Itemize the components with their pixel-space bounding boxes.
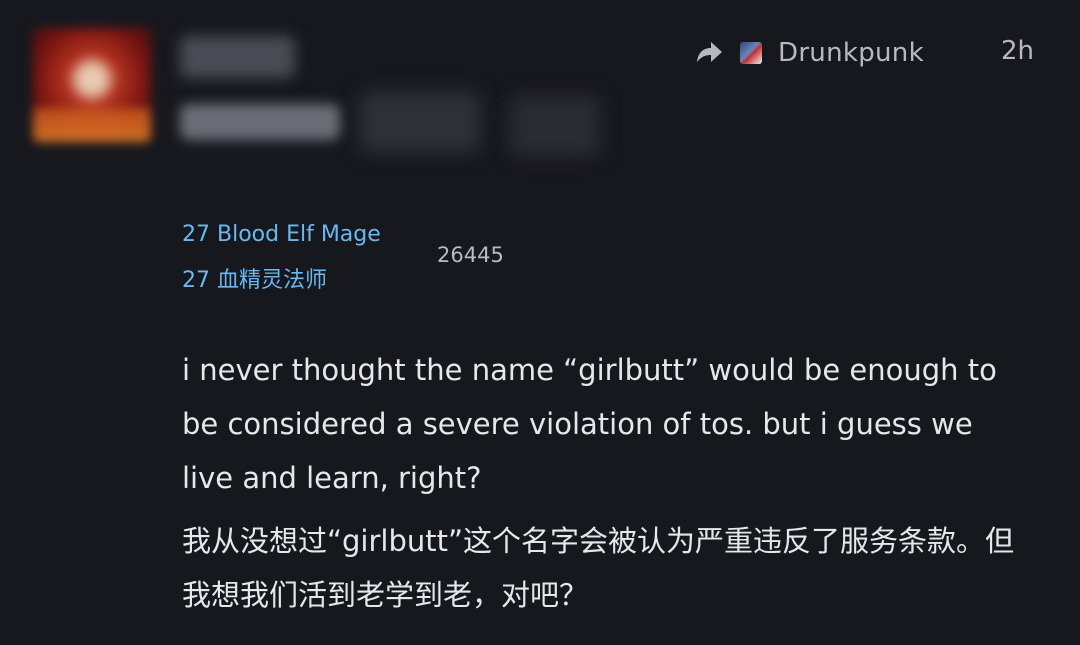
post-body-en: i never thought the name “girlbutt” woul… [182,353,997,495]
reply-user-name[interactable]: Drunkpunk [778,38,924,68]
author-name-blurred[interactable] [180,36,295,78]
author-title-blurred [180,104,340,140]
post-count: 26445 [437,243,504,267]
character-class-zh: 27 血精灵法师 [182,268,327,293]
author-avatar[interactable] [33,28,151,142]
reply-to-link[interactable]: Drunkpunk [694,38,924,68]
reply-arrow-icon [697,42,722,62]
forum-post: Drunkpunk 2h 27 Blood Elf Mage 27 血精灵法师 … [0,0,1080,645]
post-body-zh: 我从没想过“girlbutt”这个名字会被认为严重违反了服务条款。但我想我们活到… [182,524,1015,612]
author-meta2-blurred [510,96,600,156]
post-timestamp[interactable]: 2h [1001,36,1034,66]
reply-user-avatar [740,42,762,64]
author-meta-blurred [360,92,480,152]
character-class-en: 27 Blood Elf Mage [182,222,381,247]
